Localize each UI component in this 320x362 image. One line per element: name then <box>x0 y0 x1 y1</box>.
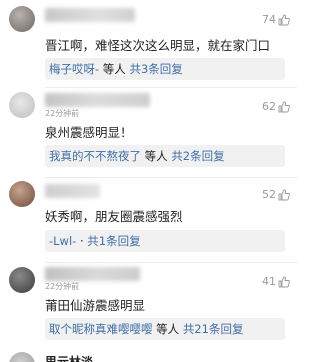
thumbs-up-icon[interactable] <box>278 276 290 288</box>
thumbs-up-icon[interactable] <box>278 189 290 201</box>
comment-text: 泉州震感明显！ <box>45 125 133 140</box>
reply-summary[interactable]: 取个昵称真难嘤嘤嘤 等人 共21条回复 <box>45 318 285 340</box>
comment-list: 74 晋江啊，难怪这次这么明显，就在家门口 梅子哎呀- 等人 共3条回复 22分… <box>0 0 297 362</box>
comment-time: 22分钟前 <box>45 282 80 291</box>
reply-summary[interactable]: 我真的不不熬夜了 等人 共2条回复 <box>45 145 285 167</box>
reply-connector: 等人 <box>99 62 130 76</box>
reply-connector: 等人 <box>141 149 172 163</box>
username-blurred[interactable] <box>45 184 100 198</box>
avatar[interactable] <box>9 267 35 293</box>
like-count: 62 <box>262 100 276 113</box>
comment-item: 52 妖秀啊，朋友圈震感强烈 -Lwl- · 共1条回复 <box>0 178 297 266</box>
reply-count-link[interactable]: 共3条回复 <box>129 62 182 76</box>
like-count: 74 <box>262 13 276 26</box>
comment-text: 思元林淡 <box>45 355 94 362</box>
reply-connector: · <box>76 234 88 248</box>
username-blurred[interactable] <box>45 93 150 107</box>
reply-author[interactable]: -Lwl- <box>49 234 76 248</box>
reply-summary[interactable]: 梅子哎呀- 等人 共3条回复 <box>45 58 285 80</box>
reply-author[interactable]: 取个昵称真难嘤嘤嘤 <box>49 322 153 336</box>
comment-text: 莆田仙游震感明显 <box>45 298 146 313</box>
reply-author[interactable]: 我真的不不熬夜了 <box>49 149 141 163</box>
avatar[interactable] <box>9 6 35 32</box>
avatar[interactable] <box>9 181 35 207</box>
like-count: 52 <box>262 188 276 201</box>
comment-item: 22分钟前 62 泉州震感明显！ 我真的不不熬夜了 等人 共2条回复 <box>0 88 297 178</box>
reply-count-link[interactable]: 共2条回复 <box>171 149 224 163</box>
reply-summary[interactable]: -Lwl- · 共1条回复 <box>45 230 285 252</box>
thumbs-up-icon[interactable] <box>278 14 290 26</box>
comment-text: 妖秀啊，朋友圈震感强烈 <box>45 209 183 224</box>
comment-item: 74 晋江啊，难怪这次这么明显，就在家门口 梅子哎呀- 等人 共3条回复 <box>0 0 297 88</box>
reply-author[interactable]: 梅子哎呀- <box>49 62 99 76</box>
reply-count-link[interactable]: 共1条回复 <box>87 234 140 248</box>
like-count: 41 <box>262 275 276 288</box>
avatar[interactable] <box>9 92 35 118</box>
username-blurred[interactable] <box>45 8 135 22</box>
username-blurred[interactable] <box>45 267 140 281</box>
reply-connector: 等人 <box>152 322 183 336</box>
comment-item: 22分钟前 41 莆田仙游震感明显 取个昵称真难嘤嘤嘤 等人 共21条回复 <box>0 263 297 347</box>
avatar[interactable] <box>9 352 35 362</box>
comment-item: 思元林淡 <box>0 350 297 362</box>
comment-time: 22分钟前 <box>45 109 80 118</box>
reply-count-link[interactable]: 共21条回复 <box>183 322 244 336</box>
thumbs-up-icon[interactable] <box>278 101 290 113</box>
comment-text: 晋江啊，难怪这次这么明显，就在家门口 <box>45 38 271 53</box>
